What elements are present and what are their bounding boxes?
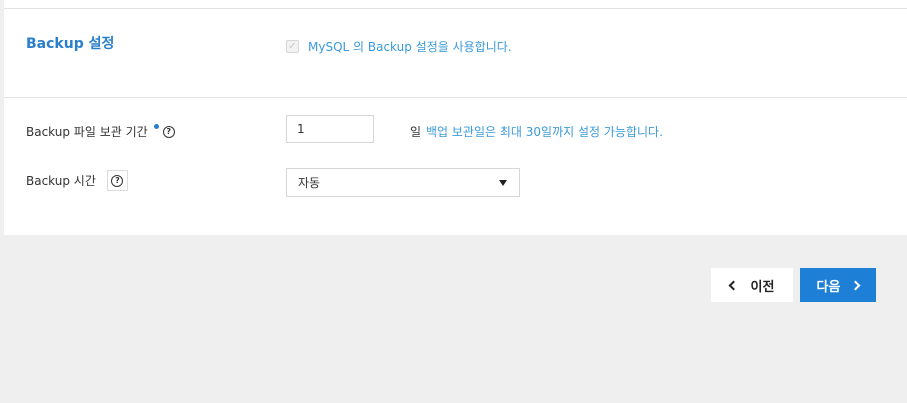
- backup-time-label-row: Backup 시간 ?: [26, 170, 128, 191]
- retention-label-row: Backup 파일 보관 기간 ?: [26, 123, 175, 140]
- backup-section-title: Backup 설정: [26, 36, 115, 52]
- backup-time-help-button[interactable]: ?: [106, 170, 128, 191]
- dropdown-caret-icon: [499, 179, 507, 186]
- backup-enable-option[interactable]: ✓ MySQL 의 Backup 설정을 사용합니다.: [286, 38, 512, 55]
- chevron-right-icon: [851, 280, 861, 290]
- next-button-label: 다음: [816, 279, 841, 295]
- help-icon: ?: [111, 174, 124, 187]
- next-button[interactable]: 다음: [800, 268, 876, 302]
- top-divider: [4, 8, 907, 9]
- checkmark-icon: ✓: [288, 41, 297, 52]
- backup-enable-checkbox[interactable]: ✓: [286, 40, 299, 53]
- chevron-left-icon: [728, 280, 738, 290]
- retention-unit: 일: [410, 125, 422, 139]
- settings-panel: Backup 설정 ✓ MySQL 의 Backup 설정을 사용합니다. Ba…: [4, 0, 907, 235]
- retention-label: Backup 파일 보관 기간: [26, 125, 148, 139]
- backup-time-label: Backup 시간: [26, 174, 96, 188]
- backup-time-select[interactable]: 자동: [286, 168, 520, 197]
- prev-button[interactable]: 이전: [711, 268, 793, 302]
- required-dot-icon: [153, 124, 159, 129]
- retention-days-input[interactable]: [286, 115, 374, 143]
- section-divider: [4, 97, 907, 98]
- prev-button-label: 이전: [750, 279, 775, 295]
- help-icon[interactable]: ?: [162, 125, 175, 138]
- backup-enable-label[interactable]: MySQL 의 Backup 설정을 사용합니다.: [308, 38, 512, 55]
- backup-time-selected-value: 자동: [298, 176, 321, 190]
- retention-hint: 백업 보관일은 최대 30일까지 설정 가능합니다.: [426, 125, 663, 139]
